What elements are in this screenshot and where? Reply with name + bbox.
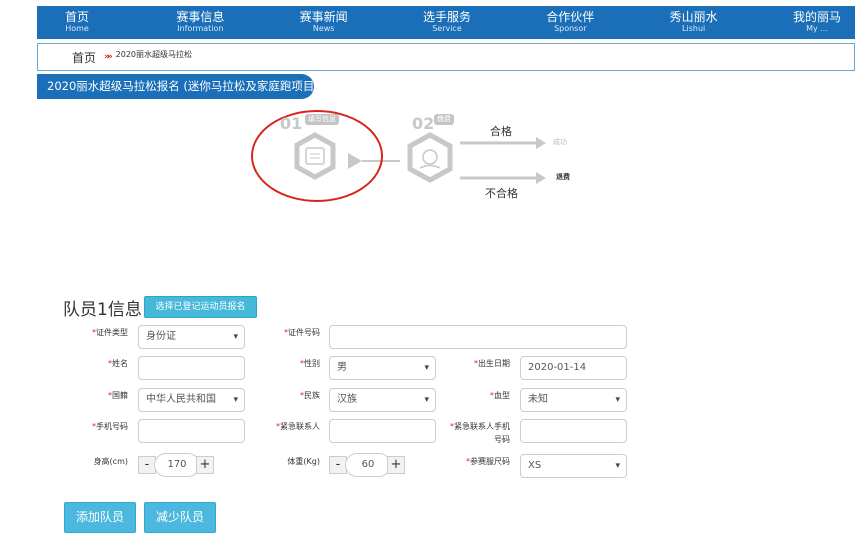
- remove-member-button[interactable]: 减少队员: [144, 502, 216, 533]
- form-document-icon: [305, 147, 325, 165]
- weight-increase-button[interactable]: +: [387, 456, 405, 474]
- emergency-contact-input[interactable]: [329, 419, 436, 443]
- pass-arrow-icon: [536, 137, 546, 149]
- fail-label: 不合格: [485, 187, 518, 200]
- country-select[interactable]: 中华人民共和国: [138, 388, 245, 412]
- shirt-size-select[interactable]: XS: [520, 454, 627, 478]
- nav-label: 合作伙伴: [546, 10, 595, 24]
- nav-sublabel: Sponsor: [554, 24, 587, 33]
- page-title: 2020丽水超级马拉松报名 (迷你马拉松及家庭跑项目): [37, 74, 319, 99]
- id-number-input[interactable]: [329, 325, 627, 349]
- payment-coin-icon: [422, 149, 438, 165]
- nav-service[interactable]: 选手服务 Service: [417, 6, 477, 39]
- nav-sublabel: Lishui: [682, 24, 706, 33]
- nav-label: 赛事新闻: [299, 10, 348, 24]
- height-label: 身高(cm): [93, 457, 128, 466]
- emergency-contact-label: *紧急联系人: [276, 422, 320, 431]
- breadcrumb-current: 2020丽水超级马拉松: [115, 49, 193, 59]
- registration-page: 首页 Home 赛事信息 Information 赛事新闻 News 选手服务 Serv…: [0, 0, 865, 541]
- phone-label: *手机号码: [92, 422, 128, 431]
- nav-sublabel: News: [312, 24, 335, 33]
- nav-label: 选手服务: [422, 10, 471, 24]
- name-label: *姓名: [108, 359, 128, 368]
- nav-news[interactable]: 赛事新闻 News: [294, 6, 354, 39]
- blood-type-label: *血型: [490, 391, 510, 400]
- breadcrumb: 首页 »» 2020丽水超级马拉松: [37, 43, 855, 71]
- gender-select[interactable]: 男: [329, 356, 436, 380]
- refund-label: 退费: [556, 173, 570, 181]
- ethnicity-select[interactable]: 汉族: [329, 388, 436, 412]
- team-member-title: 队员1信息: [63, 300, 142, 320]
- nav-information[interactable]: 赛事信息 Information: [170, 6, 230, 39]
- nav-lishui[interactable]: 秀山丽水 Lishui: [664, 6, 724, 39]
- id-type-select[interactable]: 身份证: [138, 325, 245, 349]
- nav-label: 秀山丽水: [669, 10, 718, 24]
- ethnicity-label: *民族: [300, 391, 320, 400]
- height-value[interactable]: 170: [154, 453, 200, 477]
- step1-hexagon-icon: [294, 132, 336, 180]
- birth-date-label: *出生日期: [474, 359, 510, 368]
- registration-flow-diagram: 01 填写信息 02 缴费 合格 不合格 成功 退费: [240, 105, 600, 215]
- nav-label: 首页: [64, 10, 89, 24]
- step2-hexagon-icon: [407, 132, 453, 183]
- fail-arrow-icon: [536, 172, 546, 184]
- breadcrumb-home-link[interactable]: 首页: [72, 49, 96, 66]
- weight-label: 体重(Kg): [287, 457, 320, 466]
- pass-label: 合格: [490, 125, 512, 138]
- step1-number: 01: [280, 114, 303, 133]
- nav-sublabel: Home: [65, 24, 89, 33]
- nav-my[interactable]: 我的丽马 My ...: [787, 6, 847, 39]
- nav-sublabel: Information: [177, 24, 224, 33]
- shirt-size-label: *参赛服尺码: [466, 457, 510, 466]
- country-label: *国籍: [108, 391, 128, 400]
- flow-arrow-icon: [348, 153, 362, 169]
- emergency-phone-label: *紧急联系人手机号码: [450, 422, 510, 444]
- step2-number: 02: [412, 114, 435, 133]
- nav-label: 我的丽马: [792, 10, 841, 24]
- nav-sublabel: My ...: [806, 24, 828, 33]
- nav-sponsor[interactable]: 合作伙伴 Sponsor: [540, 6, 600, 39]
- step1-tag: 填写信息: [305, 114, 339, 125]
- nav-sublabel: Service: [432, 24, 462, 33]
- height-increase-button[interactable]: +: [196, 456, 214, 474]
- blood-type-select[interactable]: 未知: [520, 388, 627, 412]
- id-type-label: *证件类型: [92, 328, 128, 337]
- nav-label: 赛事信息: [176, 10, 225, 24]
- emergency-phone-input[interactable]: [520, 419, 627, 443]
- id-number-label: *证件号码: [284, 328, 320, 337]
- payment-hand-icon: [419, 164, 441, 169]
- birth-date-input[interactable]: 2020-01-14: [520, 356, 627, 380]
- nav-home[interactable]: 首页 Home: [47, 6, 107, 39]
- name-input[interactable]: [138, 356, 245, 380]
- gender-label: *性别: [300, 359, 320, 368]
- select-registered-athlete-button[interactable]: 选择已登记运动员报名: [144, 296, 257, 318]
- weight-value[interactable]: 60: [345, 453, 391, 477]
- step2-tag: 缴费: [434, 114, 454, 125]
- success-label: 成功: [553, 138, 567, 146]
- breadcrumb-separator-icon: »»: [104, 52, 112, 62]
- phone-input[interactable]: [138, 419, 245, 443]
- add-member-button[interactable]: 添加队员: [64, 502, 136, 533]
- top-navigation: 首页 Home 赛事信息 Information 赛事新闻 News 选手服务 Serv…: [37, 6, 855, 39]
